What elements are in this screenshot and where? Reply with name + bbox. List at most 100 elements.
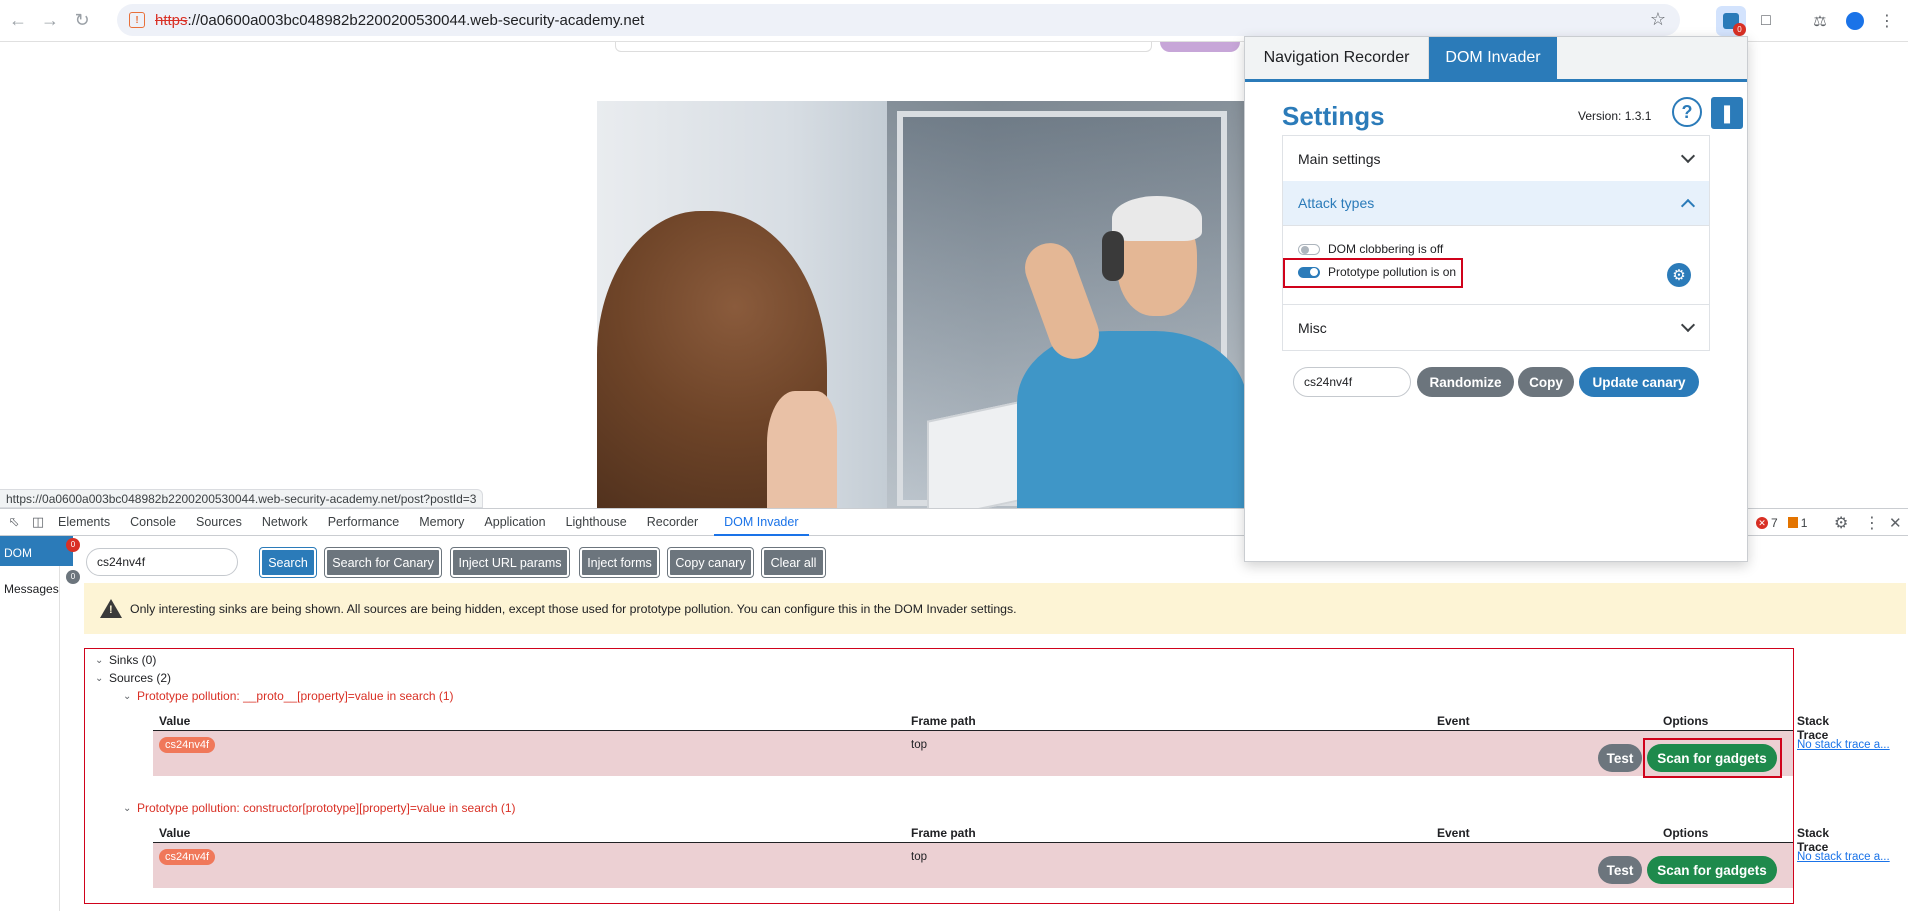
pp-group-proto[interactable]: ⌄ Prototype pollution: __proto__[property… (123, 689, 454, 703)
pp-group-label: Prototype pollution: __proto__[property]… (137, 689, 454, 703)
tab-dom-invader[interactable]: DOM Invader (714, 509, 809, 536)
clear-all-button[interactable]: Clear all (761, 547, 826, 578)
column-value: Value (159, 826, 191, 840)
tab-dom-invader-popup[interactable]: DOM Invader (1429, 37, 1557, 79)
inspect-element-icon[interactable]: ⬁ (4, 512, 24, 532)
accordion-header-attack[interactable]: Attack types (1283, 181, 1709, 226)
url-text[interactable]: https://0a0600a003bc048982b2200200530044… (155, 12, 644, 29)
bookmark-star-icon[interactable]: ☆ (1650, 9, 1666, 30)
column-stack-trace: Stack Trace (1797, 826, 1830, 854)
copy-canary-button[interactable]: Copy canary (667, 547, 754, 578)
status-bar-url: https://0a0600a003bc048982b2200200530044… (0, 489, 484, 508)
canary-input[interactable]: cs24nv4f (1293, 367, 1411, 397)
filter-warning-banner: ! Only interesting sinks are being shown… (84, 583, 1906, 634)
inject-forms-button[interactable]: Inject forms (579, 547, 660, 578)
randomize-button[interactable]: Randomize (1417, 367, 1514, 397)
stack-trace-link[interactable]: No stack trace a... (1797, 851, 1890, 863)
column-event: Event (1437, 714, 1470, 728)
column-stack-trace: Stack Trace (1797, 714, 1830, 742)
stack-trace-link[interactable]: No stack trace a... (1797, 739, 1890, 751)
frame-path-value: top (911, 739, 927, 751)
page-search-box[interactable] (615, 42, 1152, 52)
table-row (153, 842, 1793, 888)
search-for-canary-button[interactable]: Search for Canary (324, 547, 442, 578)
sidebar-item-dom[interactable]: DOM (0, 536, 73, 566)
device-toolbar-icon[interactable]: ◫ (28, 512, 48, 532)
sidebar-dom-label: DOM (4, 546, 32, 560)
profile-avatar-icon[interactable] (1840, 6, 1870, 36)
column-value: Value (159, 714, 191, 728)
burp-logo-icon: 0 (1723, 13, 1746, 36)
url-host: ://0a0600a003bc048982b2200200530044.web-… (187, 11, 645, 29)
tab-navigation-recorder[interactable]: Navigation Recorder (1245, 37, 1429, 79)
devtools-settings-gear-icon[interactable]: ⚙ (1834, 509, 1848, 536)
search-button[interactable]: Search (259, 547, 317, 578)
dom-clobbering-label: DOM clobbering is off (1328, 242, 1444, 256)
tab-console[interactable]: Console (120, 509, 186, 536)
burp-extension-button[interactable]: 0 (1716, 6, 1746, 36)
accordion-header-main[interactable]: Main settings (1283, 136, 1709, 181)
help-icon[interactable]: ? (1672, 97, 1702, 127)
error-counter[interactable]: ✕ 7 1 (1756, 509, 1807, 536)
table-row (153, 730, 1793, 776)
back-arrow-icon[interactable]: ← (4, 7, 32, 35)
tab-elements[interactable]: Elements (48, 509, 120, 536)
tab-application[interactable]: Application (474, 509, 555, 536)
dom-clobbering-toggle-row[interactable]: DOM clobbering is off (1298, 242, 1443, 256)
dom-clobbering-toggle[interactable] (1298, 243, 1320, 255)
accordion-misc[interactable]: Misc (1282, 305, 1710, 351)
test-button[interactable]: Test (1598, 856, 1642, 884)
messages-count-badge: 0 (66, 570, 80, 584)
address-bar[interactable]: ! https://0a0600a003bc048982b22002005300… (117, 4, 1680, 36)
accordion-main-settings[interactable]: Main settings (1282, 135, 1710, 182)
warning-triangle-icon: ! (100, 599, 122, 618)
popup-tab-bar: Navigation Recorder DOM Invader (1245, 37, 1747, 82)
main-settings-label: Main settings (1298, 150, 1381, 167)
tab-recorder[interactable]: Recorder (637, 509, 708, 536)
extensions-puzzle-icon[interactable]: □ (1751, 6, 1781, 36)
chevron-down-icon: ⌄ (123, 690, 132, 702)
page-search-button[interactable] (1160, 42, 1240, 52)
forward-arrow-icon[interactable]: → (36, 7, 64, 35)
devtools-close-icon[interactable]: ✕ (1889, 509, 1902, 536)
dom-invader-panel: DOM 0 Messages 0 cs24nv4f Search Search … (0, 536, 1908, 911)
test-button[interactable]: Test (1598, 744, 1642, 772)
sidebar-item-messages[interactable]: Messages (0, 576, 73, 606)
update-canary-button[interactable]: Update canary (1579, 367, 1699, 397)
highlight-outline (1283, 258, 1463, 288)
chevron-down-icon: ⌄ (95, 654, 104, 666)
sinks-node[interactable]: ⌄ Sinks (0) (95, 653, 156, 667)
misc-label: Misc (1298, 319, 1327, 336)
browser-menu-icon[interactable]: ⋮ (1872, 6, 1902, 36)
site-warning-icon[interactable]: ! (129, 12, 145, 28)
version-label: Version: 1.3.1 (1578, 109, 1652, 123)
tab-lighthouse[interactable]: Lighthouse (556, 509, 637, 536)
tab-performance[interactable]: Performance (318, 509, 410, 536)
tab-network[interactable]: Network (252, 509, 318, 536)
labs-flask-icon[interactable]: ⚖ (1805, 6, 1835, 36)
canary-value-pill: cs24nv4f (159, 849, 216, 865)
chevron-down-icon (1680, 317, 1696, 333)
sources-node[interactable]: ⌄ Sources (2) (95, 671, 171, 685)
warning-flag-icon (1787, 517, 1798, 528)
accordion-header-misc[interactable]: Misc (1283, 305, 1709, 350)
sidebar-messages-label: Messages (4, 582, 59, 596)
page-title: Settings (1282, 101, 1385, 131)
results-tree: ⌄ Sinks (0) ⌄ Sources (2) ⌄ Prototype pollu… (84, 648, 1890, 904)
chevron-up-icon (1680, 198, 1696, 214)
tab-sources[interactable]: Sources (186, 509, 252, 536)
warning-message: Only interesting sinks are being shown. … (130, 601, 1017, 616)
canary-search-input[interactable]: cs24nv4f (86, 548, 238, 576)
devtools-more-icon[interactable]: ⋮ (1864, 509, 1880, 536)
tab-memory[interactable]: Memory (409, 509, 474, 536)
reload-icon[interactable]: ↻ (68, 7, 96, 35)
scan-for-gadgets-button[interactable]: Scan for gadgets (1647, 856, 1777, 884)
dom-invader-logo-icon[interactable]: ❚ (1711, 97, 1743, 129)
sinks-label: Sinks (0) (109, 653, 157, 667)
dom-count-badge: 0 (66, 538, 80, 552)
chevron-down-icon: ⌄ (123, 802, 132, 814)
prototype-pollution-settings-gear-icon[interactable]: ⚙ (1667, 263, 1691, 287)
inject-url-params-button[interactable]: Inject URL params (450, 547, 570, 578)
copy-button[interactable]: Copy (1518, 367, 1574, 397)
pp-group-constructor[interactable]: ⌄ Prototype pollution: constructor[protot… (123, 801, 516, 815)
